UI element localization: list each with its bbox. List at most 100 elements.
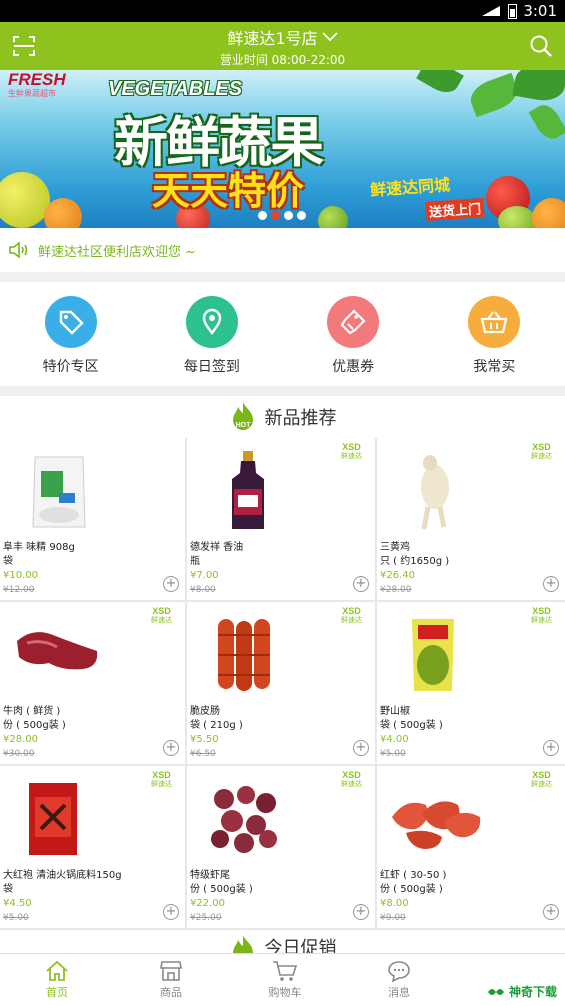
watermark: 神奇下载 [487, 983, 557, 1000]
carousel-dot[interactable] [284, 211, 293, 220]
product-old-price: ¥8.00 [190, 585, 216, 595]
section-title-text: 新品推荐 [264, 408, 337, 429]
product-unit: 瓶 [190, 556, 200, 567]
xsd-logo-text: XSD [342, 442, 361, 452]
product-card[interactable]: XSD 鲜速达 大红袍 清油火锅底料150g 袋 ¥4.50 ¥5.00 + [0, 766, 185, 928]
product-card[interactable]: XSD 鲜速达 三黄鸡 只 ( 约1650g ) ¥26.40 ¥28.00 + [377, 438, 565, 600]
product-card[interactable]: 阜丰 味精 908g 袋 ¥10.00 ¥12.00 + [0, 438, 185, 600]
scan-icon[interactable] [12, 35, 36, 57]
tab-label: 消息 [388, 986, 410, 999]
xsd-logo: XSD 鲜速达 [531, 443, 552, 461]
xsd-logo: XSD 鲜速达 [531, 607, 552, 625]
quick-item-coupons[interactable]: 优惠券 [283, 282, 424, 386]
add-to-cart-button[interactable]: + [353, 904, 369, 920]
xsd-logo-text: XSD [152, 606, 171, 616]
product-image: XSD 鲜速达 [190, 605, 372, 699]
product-name: 大红袍 清油火锅底料150g [3, 870, 122, 881]
store-selector[interactable]: 鲜速达1号店 营业时间 08:00-22:00 [220, 25, 345, 68]
tab-home[interactable]: 首页 [0, 954, 114, 1006]
store-icon [160, 961, 182, 981]
product-price: ¥28.00 [3, 734, 38, 745]
xsd-logo-text: XSD [532, 442, 551, 452]
tab-products[interactable]: 商品 [114, 954, 228, 1006]
tag-icon [44, 296, 97, 348]
product-image: XSD 鲜速达 [380, 441, 562, 535]
product-grid: 阜丰 味精 908g 袋 ¥10.00 ¥12.00 + XSD 鲜速达 德发祥 … [0, 438, 565, 930]
carousel-dot[interactable] [258, 211, 267, 220]
add-to-cart-button[interactable]: + [543, 740, 559, 756]
add-to-cart-button[interactable]: + [543, 904, 559, 920]
product-name: 红虾 ( 30-50 ) [380, 870, 447, 881]
app-header: 鲜速达1号店 营业时间 08:00-22:00 [0, 22, 565, 70]
xsd-logo-sub: 鲜速达 [151, 781, 172, 788]
tab-messages[interactable]: 消息 [342, 954, 456, 1006]
add-to-cart-button[interactable]: + [163, 904, 179, 920]
tab-label: 首页 [46, 986, 68, 999]
product-price: ¥8.00 [380, 898, 409, 909]
status-bar: 3:01 [0, 0, 565, 22]
xsd-logo-sub: 鲜速达 [151, 617, 172, 624]
add-to-cart-button[interactable]: + [543, 576, 559, 592]
tab-label: 商品 [160, 986, 182, 999]
product-card[interactable]: XSD 鲜速达 野山椒 袋 ( 500g装 ) ¥4.00 ¥5.00 + [377, 602, 565, 764]
product-unit: 份 ( 500g装 ) [380, 884, 443, 895]
product-unit: 袋 [3, 556, 13, 567]
product-price: ¥5.50 [190, 734, 219, 745]
product-unit: 份 ( 500g装 ) [3, 720, 66, 731]
promo-banner[interactable]: FRESH 生鲜果蔬超市 VEGETABLES 新鲜蔬果 天天特价 鲜速达同城 … [0, 70, 565, 228]
section-title-text: 今日促销 [264, 938, 337, 955]
add-to-cart-button[interactable]: + [353, 740, 369, 756]
coupon-icon [327, 296, 380, 348]
carousel-dot[interactable] [297, 211, 306, 220]
quick-item-label: 我常买 [473, 359, 516, 375]
bottom-tab-bar: 首页 商品 购物车 消息 神奇下载 [0, 953, 565, 1006]
quick-item-specials[interactable]: 特价专区 [0, 282, 141, 386]
xsd-logo: XSD 鲜速达 [341, 771, 362, 789]
add-to-cart-button[interactable]: + [353, 576, 369, 592]
product-card[interactable]: XSD 鲜速达 红虾 ( 30-50 ) 份 ( 500g装 ) ¥8.00 ¥9… [377, 766, 565, 928]
quick-item-frequent[interactable]: 我常买 [424, 282, 565, 386]
tab-cart[interactable]: 购物车 [228, 954, 342, 1006]
product-name: 阜丰 味精 908g [3, 542, 75, 553]
carousel-dots[interactable] [258, 211, 306, 220]
quick-item-label: 每日签到 [183, 359, 240, 375]
chevron-down-icon [321, 31, 338, 41]
product-card[interactable]: XSD 鲜速达 牛肉 ( 鲜货 ) 份 ( 500g装 ) ¥28.00 ¥30.… [0, 602, 185, 764]
xsd-logo: XSD 鲜速达 [341, 443, 362, 461]
quick-item-label: 优惠券 [332, 359, 375, 375]
xsd-logo-sub: 鲜速达 [531, 453, 552, 460]
quick-menu: 特价专区 每日签到 优惠券 我常买 [0, 282, 565, 386]
product-price: ¥26.40 [380, 570, 415, 581]
product-unit: 袋 ( 210g ) [190, 720, 243, 731]
search-icon[interactable] [529, 34, 553, 58]
xsd-logo-sub: 鲜速达 [341, 781, 362, 788]
battery-icon [508, 3, 518, 19]
product-name: 特级虾尾 [190, 870, 230, 881]
notice-bar[interactable]: 鲜速达社区便利店欢迎您 ~ [0, 228, 565, 272]
xsd-logo: XSD 鲜速达 [151, 607, 172, 625]
xsd-logo: XSD 鲜速达 [151, 771, 172, 789]
xsd-logo-text: XSD [342, 770, 361, 780]
product-card[interactable]: XSD 鲜速达 德发祥 香油 瓶 ¥7.00 ¥8.00 + [187, 438, 375, 600]
store-name: 鲜速达1号店 [227, 28, 318, 48]
banner-delivery: 送货上门 [425, 197, 485, 222]
xsd-logo-sub: 鲜速达 [341, 453, 362, 460]
product-price: ¥4.00 [380, 734, 409, 745]
home-icon [46, 960, 68, 981]
product-name: 野山椒 [380, 706, 410, 717]
add-to-cart-button[interactable]: + [163, 740, 179, 756]
product-image: XSD 鲜速达 [3, 769, 182, 863]
product-name: 牛肉 ( 鲜货 ) [3, 706, 61, 717]
product-image: XSD 鲜速达 [190, 441, 372, 535]
watermark-logo-icon [487, 988, 504, 995]
banner-fresh-logo: FRESH [8, 70, 66, 89]
product-card[interactable]: XSD 鲜速达 特级虾尾 份 ( 500g装 ) ¥22.00 ¥25.00 + [187, 766, 375, 928]
add-to-cart-button[interactable]: + [163, 576, 179, 592]
product-card[interactable]: XSD 鲜速达 脆皮肠 袋 ( 210g ) ¥5.50 ¥6.50 + [187, 602, 375, 764]
product-name: 三黄鸡 [380, 542, 410, 553]
quick-item-checkin[interactable]: 每日签到 [141, 282, 282, 386]
cart-icon [273, 961, 298, 981]
carousel-dot-active[interactable] [271, 211, 280, 220]
xsd-logo: XSD 鲜速达 [531, 771, 552, 789]
product-name: 德发祥 香油 [190, 542, 244, 553]
